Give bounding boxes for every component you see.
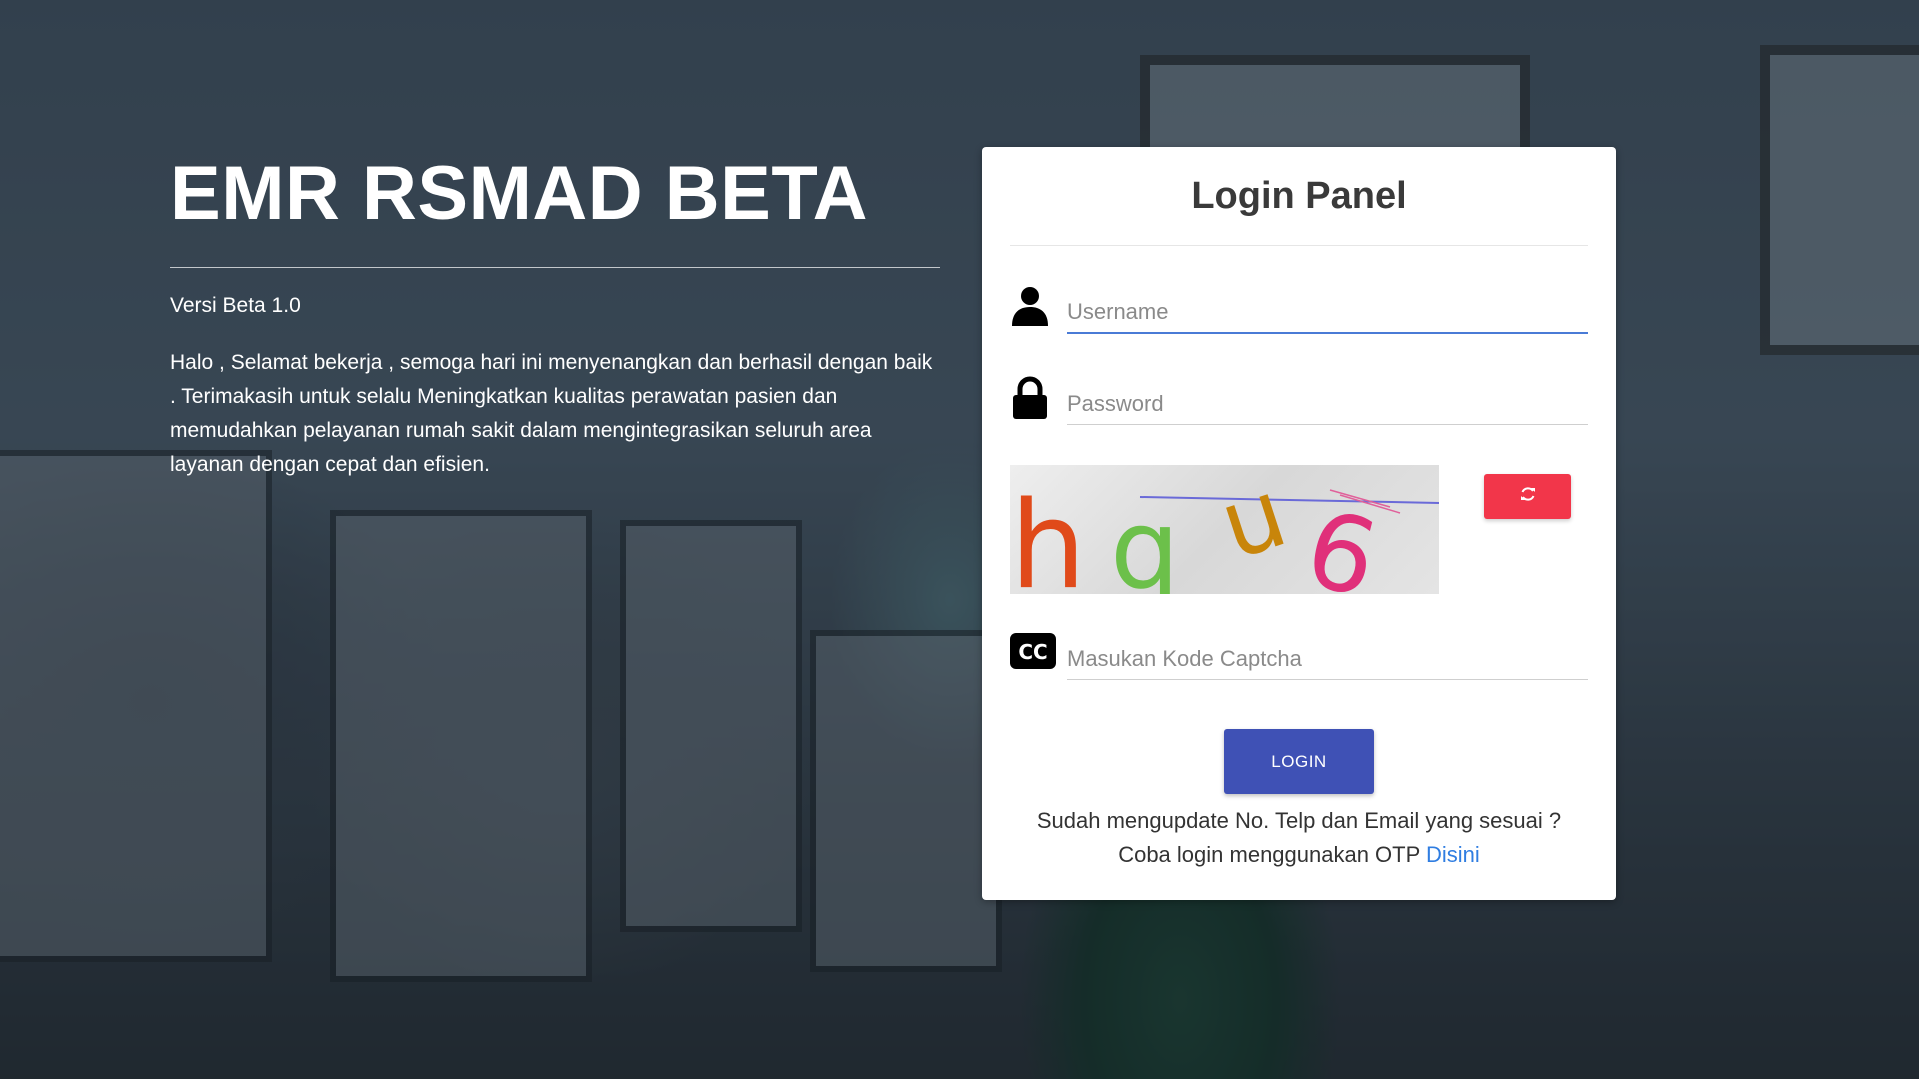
- password-row: [1010, 376, 1588, 436]
- refresh-icon: [1520, 486, 1536, 507]
- version-label: Versi Beta 1.0: [170, 294, 301, 317]
- username-row: [1010, 284, 1588, 344]
- otp-link[interactable]: Disini: [1426, 842, 1480, 867]
- login-panel: Login Panel h q u 6: [982, 147, 1616, 900]
- svg-text:u: u: [1208, 465, 1299, 581]
- svg-text:6: 6: [1294, 487, 1388, 594]
- otp-note: Sudah mengupdate No. Telp dan Email yang…: [982, 804, 1616, 872]
- panel-divider: [1010, 245, 1588, 246]
- otp-question: Sudah mengupdate No. Telp dan Email yang…: [1036, 808, 1562, 833]
- intro-section: EMR RSMAD BETA Versi Beta 1.0 Halo , Sel…: [170, 150, 940, 482]
- panel-title: Login Panel: [1191, 175, 1407, 217]
- captcha-input[interactable]: [1067, 639, 1588, 680]
- username-input[interactable]: [1067, 292, 1588, 334]
- svg-text:h: h: [1010, 477, 1086, 594]
- captcha-image: h q u 6: [1010, 465, 1439, 594]
- password-input[interactable]: [1067, 384, 1588, 425]
- user-icon: [1010, 284, 1050, 328]
- app-title: EMR RSMAD BETA: [170, 151, 869, 236]
- title-divider: [170, 267, 940, 268]
- svg-text:CC: CC: [1018, 640, 1047, 664]
- otp-hint-text: Coba login menggunakan OTP: [1118, 842, 1426, 867]
- captcha-row: CC: [1010, 631, 1588, 691]
- svg-text:q: q: [1110, 485, 1180, 594]
- otp-hint: Coba login menggunakan OTP Disini: [982, 838, 1616, 872]
- welcome-message: Halo , Selamat bekerja , semoga hari ini…: [170, 351, 933, 476]
- captcha-refresh-button[interactable]: [1484, 474, 1571, 519]
- closed-caption-icon: CC: [1010, 631, 1056, 675]
- lock-icon: [1010, 376, 1050, 420]
- login-button[interactable]: LOGIN: [1224, 729, 1374, 794]
